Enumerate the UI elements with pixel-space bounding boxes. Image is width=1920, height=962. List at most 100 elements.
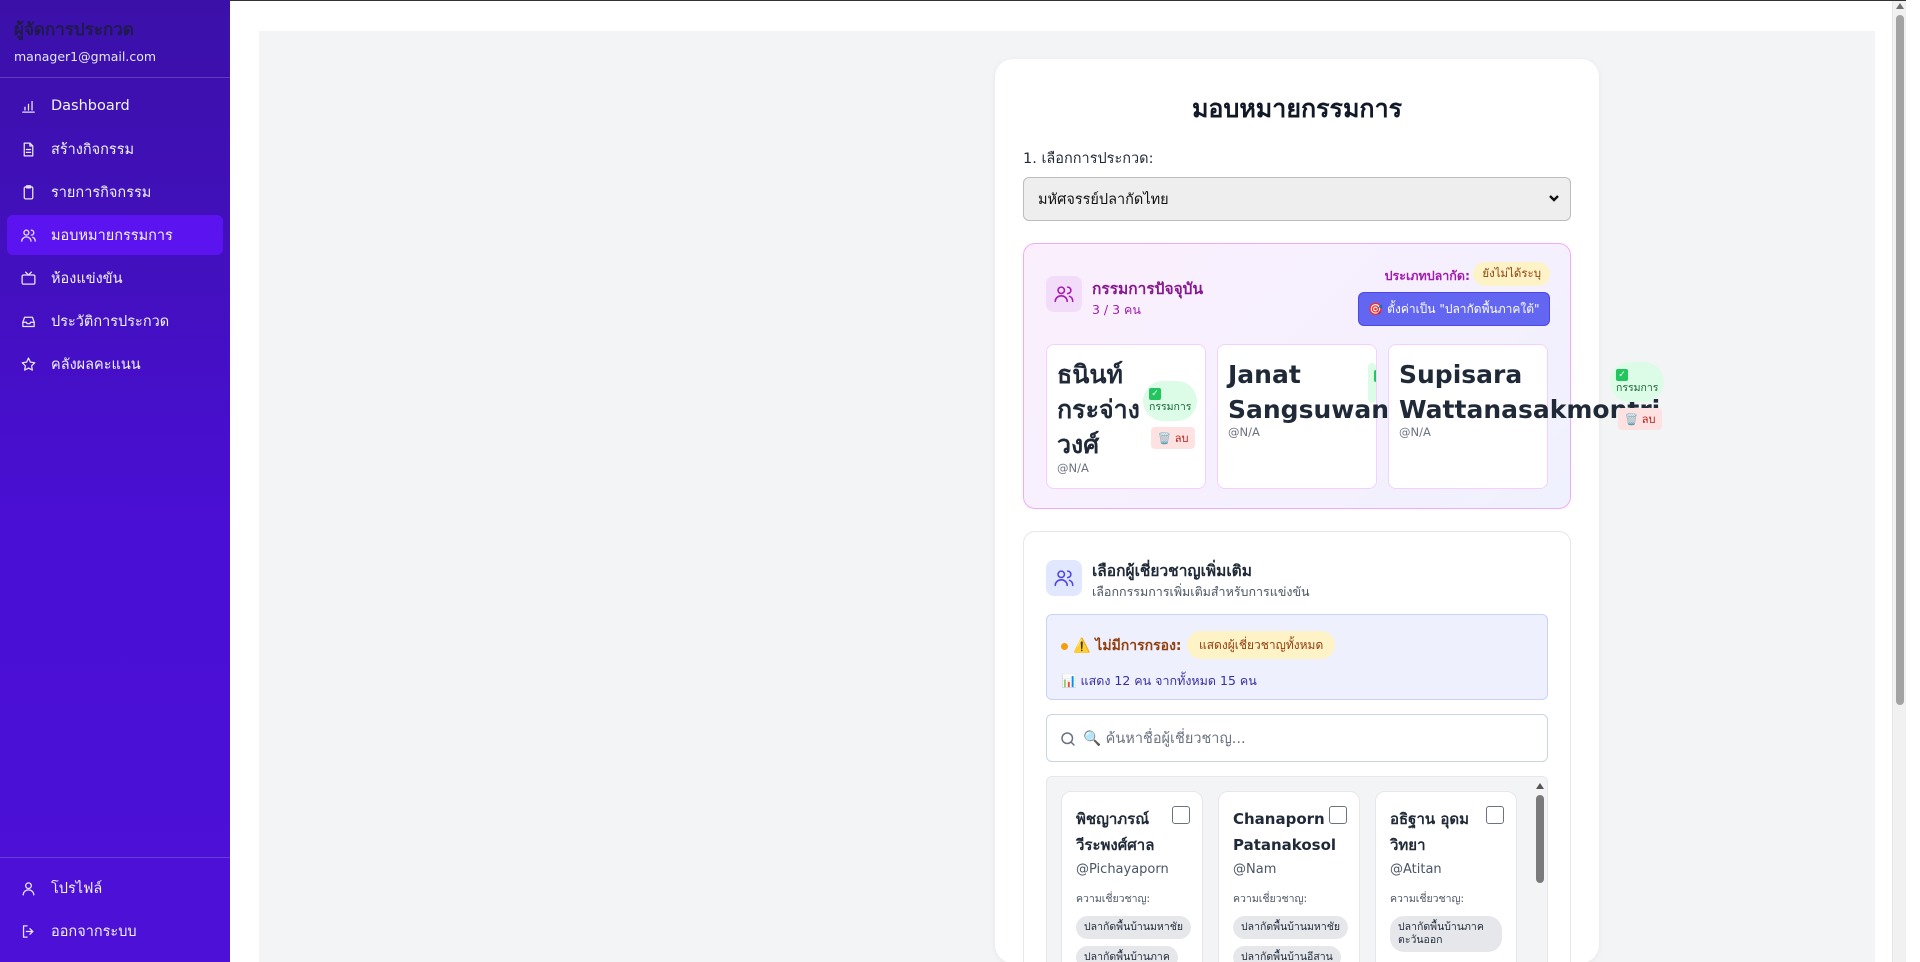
current-judges-panel: กรรมการปัจจุบัน 3 / 3 คน ประเภทปลากัด: ย… <box>1023 243 1664 509</box>
current-judges-title: กรรมการปัจจุบัน <box>1092 280 1204 298</box>
judge-role-label: กรรมการ <box>1149 401 1192 413</box>
tv-icon <box>19 269 37 287</box>
expert-name-line: อธิฐาน อุดม <box>1390 810 1469 828</box>
expert-checkbox[interactable] <box>1172 806 1190 824</box>
expert-list[interactable]: พิชญาภรณ์ วีระพงศ์ศาล @Pichayaporn ความเ… <box>1046 776 1548 962</box>
page-scrollbar[interactable] <box>1892 1 1906 962</box>
chevron-down-icon <box>1548 192 1560 204</box>
sidebar-item-label: Dashboard <box>51 98 130 114</box>
experts-subtitle: เลือกกรรมการเพิ่มเติมสำหรับการแข่งขัน <box>1092 584 1310 599</box>
fish-type-label: ประเภทปลากัด: <box>1384 268 1470 283</box>
expert-name: พิชญาภรณ์ วีระพงศ์ศาล <box>1076 806 1154 858</box>
expert-handle: @Nam <box>1233 862 1277 877</box>
scroll-up-arrow-icon[interactable] <box>1536 783 1544 789</box>
sidebar-item-label: คลังผลคะแนน <box>51 356 141 373</box>
user-icon <box>19 879 37 897</box>
scroll-up-arrow-icon[interactable] <box>1896 3 1904 9</box>
expert-name-line: Chanaporn <box>1233 810 1325 828</box>
expert-card[interactable]: Chanaporn Patanakosol @Nam ความเชี่ยวชาญ… <box>1218 791 1360 962</box>
expertise-tag: ปลากัดพื้นบ้านอีสาน <box>1233 946 1341 962</box>
expertise-label: ความเชี่ยวชาญ: <box>1233 893 1308 905</box>
judge-role-badge: ✓ <box>1368 363 1376 403</box>
expert-name: Chanaporn Patanakosol <box>1233 806 1336 858</box>
page-scroll-thumb[interactable] <box>1896 15 1904 705</box>
sidebar-header: ผู้จัดการประกวด manager1@gmail.com <box>0 0 230 78</box>
judge-name-line: กระจ่าง <box>1057 395 1140 424</box>
sidebar-item-create-activity[interactable]: สร้างกิจกรรม <box>7 129 223 169</box>
judge-name: ธนินท์ กระจ่าง วงศ์ <box>1057 357 1140 462</box>
expert-name-line: วีระพงศ์ศาล <box>1076 836 1155 854</box>
sidebar-item-logout[interactable]: ออกจากระบบ <box>7 911 223 951</box>
sidebar-item-label: รายการกิจกรรม <box>51 184 152 201</box>
archive-icon <box>19 312 37 330</box>
sidebar-item-label: ห้องแข่งขัน <box>51 270 123 287</box>
bar-chart-icon <box>19 97 37 115</box>
sidebar-title: ผู้จัดการประกวด <box>14 20 134 40</box>
delete-judge-button[interactable]: 🗑️ ลบ <box>1618 408 1662 430</box>
search-placeholder: 🔍 ค้นหาชื่อผู้เชี่ยวชาญ... <box>1083 730 1246 747</box>
check-icon: ✓ <box>1616 369 1628 381</box>
expert-name: อธิฐาน อุดม วิทยา <box>1390 806 1469 858</box>
expert-card[interactable]: อธิฐาน อุดม วิทยา @Atitan ความเชี่ยวชาญ:… <box>1375 791 1517 962</box>
users-icon <box>1046 276 1082 312</box>
judge-username: @N/A <box>1057 461 1089 475</box>
logout-icon <box>19 922 37 940</box>
expert-name-line: พิชญาภรณ์ <box>1076 810 1150 828</box>
expert-search-input[interactable]: 🔍 ค้นหาชื่อผู้เชี่ยวชาญ... <box>1046 714 1548 762</box>
sidebar-nav: Dashboard สร้างกิจกรรม รายการกิจกรรม มอบ… <box>0 78 230 384</box>
experts-panel: เลือกผู้เชี่ยวชาญเพิ่มเติม เลือกกรรมการเ… <box>1023 531 1571 962</box>
filter-status-box: ⚠️ ไม่มีการกรอง: แสดงผู้เชี่ยวชาญทั้งหมด… <box>1046 614 1548 700</box>
expertise-tag: ปลากัดพื้นบ้านมหาชัย <box>1076 916 1192 939</box>
sidebar-item-assign-judges[interactable]: มอบหมายกรรมการ <box>7 215 223 255</box>
judge-name-line: ธนินท์ <box>1057 360 1123 389</box>
sidebar-item-activity-list[interactable]: รายการกิจกรรม <box>7 172 223 212</box>
judge-card: ธนินท์ กระจ่าง วงศ์ @N/A ✓ กรรมการ 🗑️ ลบ <box>1046 344 1206 489</box>
users-icon <box>1046 560 1082 596</box>
experts-title: เลือกผู้เชี่ยวชาญเพิ่มเติม <box>1092 562 1252 580</box>
judge-role-badge: ✓ กรรมการ <box>1143 381 1197 421</box>
expert-card[interactable]: พิชญาภรณ์ วีระพงศ์ศาล @Pichayaporn ความเ… <box>1061 791 1203 962</box>
judge-name-line: Janat <box>1228 360 1301 389</box>
expert-name-line: Patanakosol <box>1233 836 1337 854</box>
page-title: มอบหมายกรรมการ <box>1191 94 1403 123</box>
judge-card: Janat Sangsuwan @N/A ✓ <box>1217 344 1389 489</box>
sidebar-item-dashboard[interactable]: Dashboard <box>7 86 223 126</box>
expertise-tag: ปลากัดพื้นบ้านภาค <box>1076 946 1178 962</box>
contest-select-value: มหัศจรรย์ปลากัดไทย <box>1038 191 1169 208</box>
sidebar-item-label: มอบหมายกรรมการ <box>51 227 173 244</box>
expertise-tag: ปลากัดพื้นบ้านภาค ตะวันออก <box>1390 916 1502 952</box>
sidebar: ผู้จัดการประกวด manager1@gmail.com Dashb… <box>0 0 230 962</box>
sidebar-item-label: ออกจากระบบ <box>51 923 137 940</box>
sidebar-item-history[interactable]: ประวัติการประกวด <box>7 301 223 341</box>
judge-role-label: กรรมการ <box>1616 382 1659 394</box>
set-fish-type-button[interactable]: 🎯 ตั้งค่าเป็น "ปลากัดพื้นภาคใต้" <box>1358 292 1550 326</box>
expert-name-line: วิทยา <box>1390 836 1426 854</box>
sidebar-item-score-archive[interactable]: คลังผลคะแนน <box>7 344 223 384</box>
status-dot <box>1061 643 1068 650</box>
sidebar-item-profile[interactable]: โปรไฟล์ <box>7 868 223 908</box>
judge-role-badge: ✓ กรรมการ <box>1610 362 1664 402</box>
expert-checkbox[interactable] <box>1329 806 1347 824</box>
sidebar-item-competition-room[interactable]: ห้องแข่งขัน <box>7 258 223 298</box>
check-icon: ✓ <box>1374 370 1376 382</box>
assign-judges-card: มอบหมายกรรมการ 1. เลือกการประกวด: มหัศจร… <box>995 59 1664 962</box>
star-icon <box>19 355 37 373</box>
show-all-badge: แสดงผู้เชี่ยวชาญทั้งหมด <box>1187 631 1336 659</box>
scroll-thumb[interactable] <box>1536 795 1544 883</box>
contest-select[interactable]: มหัศจรรย์ปลากัดไทย <box>1023 177 1571 221</box>
sidebar-item-label: โปรไฟล์ <box>51 880 103 897</box>
fish-type-badge: ยังไม่ได้ระบุ <box>1473 262 1550 286</box>
sidebar-footer: โปรไฟล์ ออกจากระบบ <box>0 857 230 962</box>
current-judges-count: 3 / 3 คน <box>1092 302 1141 317</box>
judge-username: @N/A <box>1399 425 1431 439</box>
judge-name: Janat Sangsuwan <box>1228 357 1389 427</box>
main-area: มอบหมายกรรมการ 1. เลือกการประกวด: มหัศจร… <box>230 0 1906 962</box>
judge-card: Supisara Wattanasakmontri @N/A <box>1388 344 1660 489</box>
expertise-tag: ปลากัดพื้นบ้านมหาชัย <box>1233 916 1349 939</box>
judge-name-line: วงศ์ <box>1057 430 1100 459</box>
delete-judge-button[interactable]: 🗑️ ลบ <box>1151 427 1195 449</box>
expert-list-scrollbar[interactable] <box>1535 779 1545 962</box>
expert-handle: @Pichayaporn <box>1076 862 1169 877</box>
expert-handle: @Atitan <box>1390 862 1442 877</box>
expert-checkbox[interactable] <box>1486 806 1504 824</box>
